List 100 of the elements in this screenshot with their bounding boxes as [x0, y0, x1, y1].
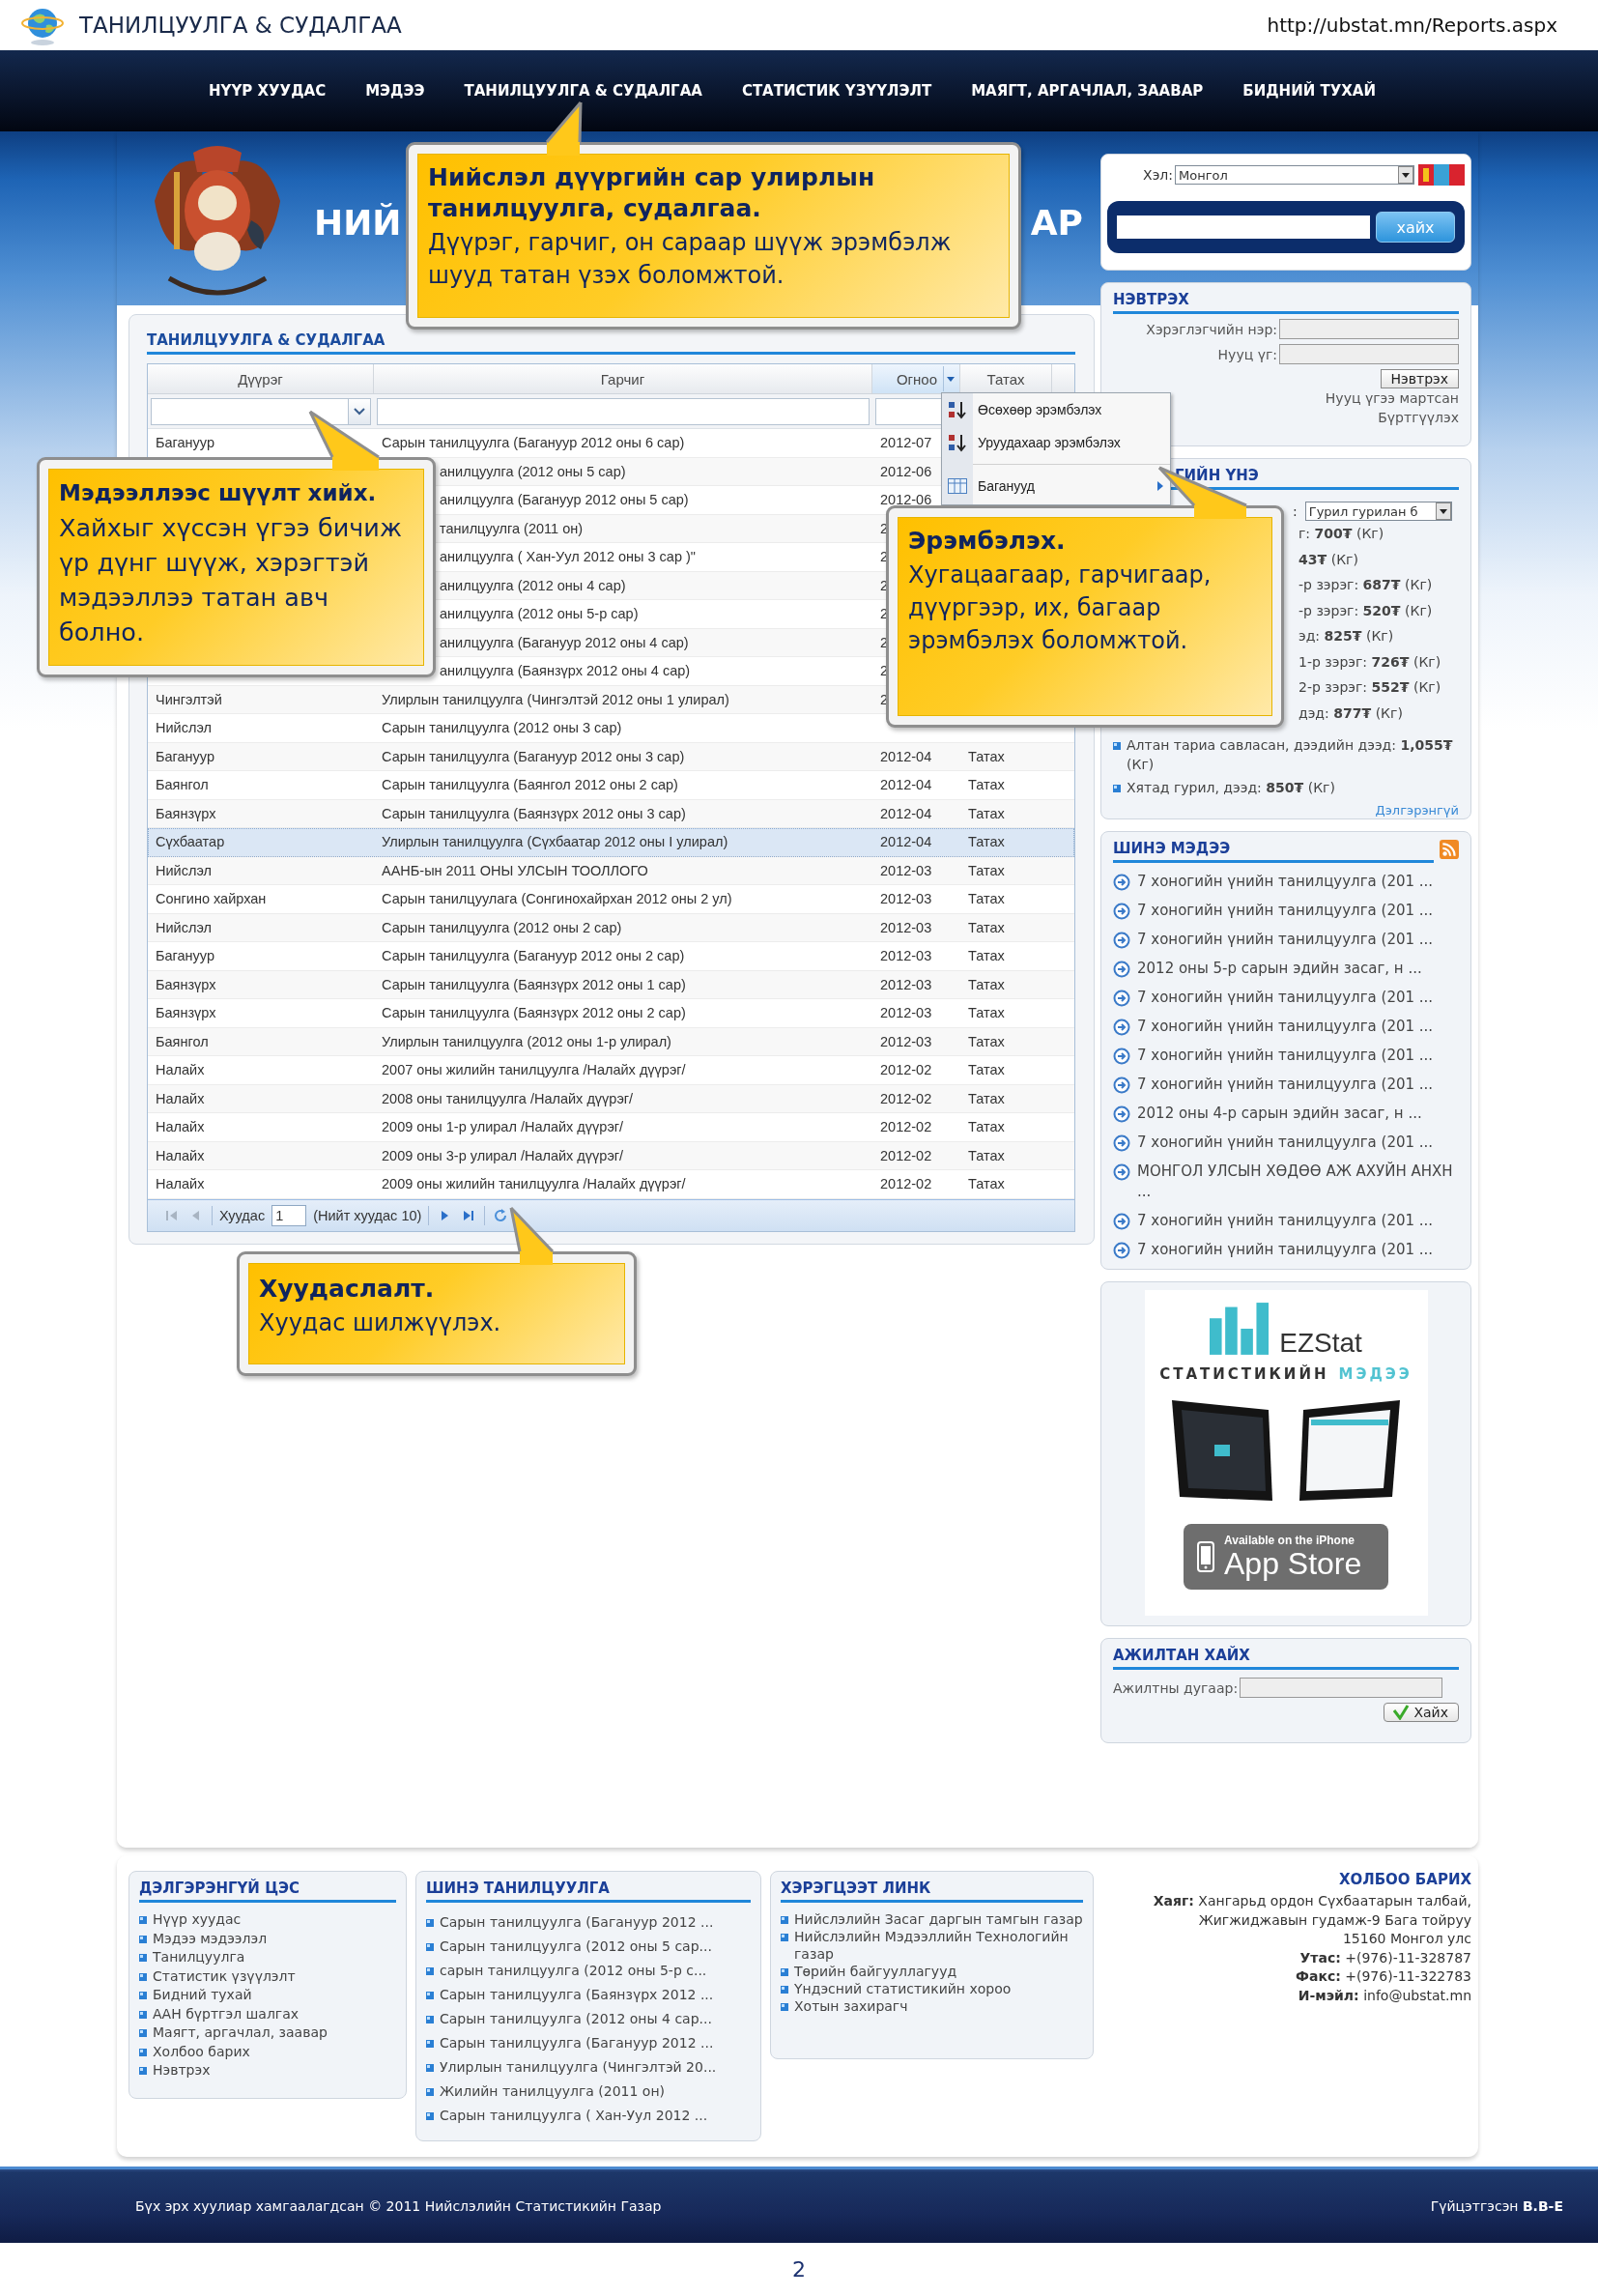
news-link[interactable]: МОНГОЛ УЛСЫН ХӨДӨӨ АЖ АХУЙН АНХН ...: [1137, 1162, 1459, 1202]
staff-search-button[interactable]: Хайх: [1384, 1703, 1459, 1722]
table-row[interactable]: Нийслэл Сарын танилцуулга (2012 оны 2 сар) 2012-03 Татах: [148, 913, 1074, 942]
table-row[interactable]: Баянзүрх Сарын танилцуулга (Баянзүрх 2012 оны 3 сар) 2012-04 Татах: [148, 799, 1074, 828]
footer-link[interactable]: Төрийн байгууллагууд: [794, 1963, 957, 1980]
page-label: Хуудас: [219, 1207, 266, 1223]
news-link[interactable]: 7 хоногийн үнийн танилцуулга (201 ...: [1137, 1017, 1434, 1037]
nav-link[interactable]: БИДНИЙ ТУХАЙ: [1242, 82, 1376, 100]
footer-link[interactable]: Нийслэлийн Мэдээллийн Технологийн газар: [794, 1928, 1083, 1963]
news-link[interactable]: 2012 оны 4-р сарын эдийн засаг, н ...: [1137, 1104, 1422, 1124]
download-link[interactable]: Татах: [968, 1119, 1005, 1135]
news-link[interactable]: 7 хоногийн үнийн танилцуулга (201 ...: [1137, 1240, 1434, 1260]
news-link[interactable]: 7 хоногийн үнийн танилцуулга (201 ...: [1137, 901, 1434, 921]
filter-field[interactable]: [151, 398, 371, 425]
download-link[interactable]: Татах: [968, 1062, 1005, 1078]
table-row[interactable]: Баянзүрх Сарын танилцуулга (Баянзүрх 2012 оны 1 сар) 2012-03 Татах: [148, 970, 1074, 999]
news-link[interactable]: 7 хоногийн үнийн танилцуулга (201 ...: [1137, 988, 1434, 1008]
page-field[interactable]: 1: [271, 1204, 307, 1226]
news-link[interactable]: 7 хоногийн үнийн танилцуулга (201 ...: [1137, 1075, 1434, 1095]
product-select[interactable]: Гурил гурилан б: [1304, 502, 1452, 521]
news-link[interactable]: 7 хоногийн үнийн танилцуулга (201 ...: [1137, 1133, 1434, 1153]
footer-link[interactable]: Сарын танилцуулга ( Хан-Уул 2012 ...: [440, 2104, 708, 2128]
table-row[interactable]: Багануур Сарын танилцуулга (Багануур 2012 оны 2 сар) 2012-03 Татах: [148, 942, 1074, 971]
footer-link[interactable]: Танилцуулга: [153, 1948, 245, 1967]
news-link[interactable]: 7 хоногийн үнийн танилцуулга (201 ...: [1137, 1211, 1434, 1231]
filter-field[interactable]: [377, 398, 870, 425]
footer-link[interactable]: Жилийн танилцуулга (2011 он): [440, 2080, 666, 2104]
download-link[interactable]: Татах: [968, 1090, 1005, 1106]
download-link[interactable]: Татах: [968, 748, 1005, 764]
footer-link[interactable]: Бидний тухай: [153, 1986, 252, 2005]
app-store-badge[interactable]: Available on the iPhone App Store: [1184, 1524, 1388, 1590]
footer-link[interactable]: Улирлын танилцуулга (Чингэлтэй 20...: [440, 2055, 717, 2080]
report-date: 2012-03: [880, 1005, 932, 1021]
table-row[interactable]: Налайх 2009 оны жилийн танилцуулга /Налайх дүүрэг/ 2012-02 Татах: [148, 1170, 1074, 1199]
download-link[interactable]: Татах: [968, 834, 1005, 850]
arrow-circle-icon: [1113, 1076, 1130, 1094]
download-link[interactable]: Татах: [968, 976, 1005, 992]
nav-link[interactable]: НҮҮР ХУУДАС: [209, 82, 327, 100]
footer-link[interactable]: Мэдээ мэдээлэл: [153, 1929, 268, 1948]
login-button[interactable]: Нэвтрэх: [1380, 369, 1459, 388]
nav-link[interactable]: СТАТИСТИК ҮЗҮҮЛЭЛТ: [741, 82, 932, 100]
password-field[interactable]: [1279, 344, 1459, 364]
footer-link[interactable]: Сарын танилцуулга (Баянзүрх 2012 ...: [440, 1983, 714, 2007]
table-row[interactable]: Сонгино хайрхан Сарын танилцуулага (Сонгинохайрхан 2012 оны 2 ул) 2012-03 Татах: [148, 885, 1074, 914]
table-row[interactable]: Налайх 2009 оны 1-р улирал /Налайх дүүрэг/ 2012-02 Татах: [148, 1113, 1074, 1142]
footer-link[interactable]: Маягт, аргачлал, заавар: [153, 2023, 328, 2043]
staff-number-label: Ажилтны дугаар:: [1113, 1679, 1239, 1696]
download-link[interactable]: Татах: [968, 948, 1005, 964]
nav-link[interactable]: ТАНИЛЦУУЛГА & СУДАЛГАА: [464, 82, 702, 100]
download-link[interactable]: Татах: [968, 891, 1005, 907]
page-number: 2: [792, 2257, 806, 2282]
bullet-icon: [781, 1916, 788, 1924]
footer-link[interactable]: Сарын танилцуулга (Багануур 2012 ...: [440, 2031, 714, 2055]
dropdown-icon[interactable]: [1398, 166, 1413, 184]
column-header[interactable]: Дүүрэг: [148, 364, 374, 393]
nav-link[interactable]: МЭДЭЭ: [365, 82, 425, 100]
footer-link[interactable]: Үндэсний статистикийн хороо: [794, 1980, 1012, 1997]
footer-link[interactable]: Нэвтрэх: [153, 2061, 211, 2081]
download-link[interactable]: Татах: [968, 777, 1005, 793]
submenu-arrow-icon: [1156, 480, 1164, 492]
table-row[interactable]: Баянгол Сарын танилцуулга (Баянгол 2012 оны 2 сар) 2012-04 Татах: [148, 771, 1074, 800]
download-link[interactable]: Татах: [968, 1033, 1005, 1049]
download-link[interactable]: Татах: [968, 862, 1005, 878]
download-link[interactable]: Татах: [968, 1176, 1005, 1192]
footer-link[interactable]: Холбоо барих: [153, 2042, 250, 2061]
table-row[interactable]: Налайх 2008 оны танилцуулга /Налайх дүүрэг/ 2012-02 Татах: [148, 1084, 1074, 1113]
news-link[interactable]: 7 хоногийн үнийн танилцуулга (201 ...: [1137, 872, 1434, 892]
footer-link[interactable]: Нүүр хуудас: [153, 1910, 242, 1930]
bullet-icon: [781, 1986, 788, 1994]
language-select[interactable]: Монгол: [1175, 165, 1414, 185]
news-link[interactable]: 2012 оны 5-р сарын эдийн засаг, н ...: [1137, 959, 1422, 979]
search-field[interactable]: [1117, 215, 1370, 239]
footer-link[interactable]: Хотын захирагч: [794, 1997, 908, 2015]
download-link[interactable]: Татах: [968, 1005, 1005, 1021]
footer-link[interactable]: Сарын танилцуулга (2012 оны 4 сар...: [440, 2007, 712, 2031]
table-row[interactable]: Баянзүрх Сарын танилцуулга (Баянзүрх 2012 оны 2 сар) 2012-03 Татах: [148, 999, 1074, 1028]
footer-link[interactable]: сарын танилцуулга (2012 оны 5-р с...: [440, 1959, 707, 1983]
footer-link[interactable]: Нийслэлийн Засаг даргын тамгын газар: [794, 1910, 1083, 1928]
rss-icon[interactable]: [1440, 840, 1459, 859]
username-field[interactable]: [1279, 319, 1459, 339]
footer-link[interactable]: Сарын танилцуулга (2012 оны 5 сар...: [440, 1935, 712, 1959]
dropdown-icon[interactable]: [1435, 502, 1451, 520]
download-link[interactable]: Татах: [968, 1147, 1005, 1163]
table-row[interactable]: Нийслэл ААНБ-ын 2011 ОНЫ УЛСЫН ТООЛЛОГО 2012-03 Татах: [148, 856, 1074, 885]
table-row[interactable]: Багануур Сарын танилцуулга (Багануур 2012 оны 3 сар) 2012-04 Татах: [148, 742, 1074, 771]
download-link[interactable]: Татах: [968, 919, 1005, 935]
footer-link[interactable]: Сарын танилцуулга (Багануур 2012 ...: [440, 1910, 714, 1935]
news-link[interactable]: 7 хоногийн үнийн танилцуулга (201 ...: [1137, 1046, 1434, 1066]
table-row[interactable]: Налайх 2009 оны 3-р улирал /Налайх дүүрэг/ 2012-02 Татах: [148, 1141, 1074, 1170]
footer-link[interactable]: ААН бүртгэл шалгах: [153, 2004, 300, 2023]
staff-number-field[interactable]: [1240, 1678, 1443, 1698]
table-row[interactable]: Налайх 2007 оны жилийн танилцуулга /Налайх дүүрэг/ 2012-02 Татах: [148, 1056, 1074, 1085]
table-row[interactable]: Сүхбаатар Улирлын танилцуулга (Сүхбаатар 2012 оны I улирал) 2012-04 Татах: [148, 828, 1074, 857]
footer-link[interactable]: Статистик үзүүлэлт: [153, 1966, 296, 1986]
column-header[interactable]: Огноо: [872, 364, 960, 393]
nav-link[interactable]: МАЯГТ, АРГАЧЛАЛ, ЗААВАР: [971, 82, 1204, 100]
table-row[interactable]: Баянгол Улирлын танилцуулга (2012 оны 1-р улирал) 2012-03 Татах: [148, 1027, 1074, 1056]
download-link[interactable]: Татах: [968, 805, 1005, 821]
news-link[interactable]: 7 хоногийн үнийн танилцуулга (201 ...: [1137, 930, 1434, 950]
menu-item[interactable]: Өсөхөөр эрэмбэлэх: [942, 393, 1170, 426]
